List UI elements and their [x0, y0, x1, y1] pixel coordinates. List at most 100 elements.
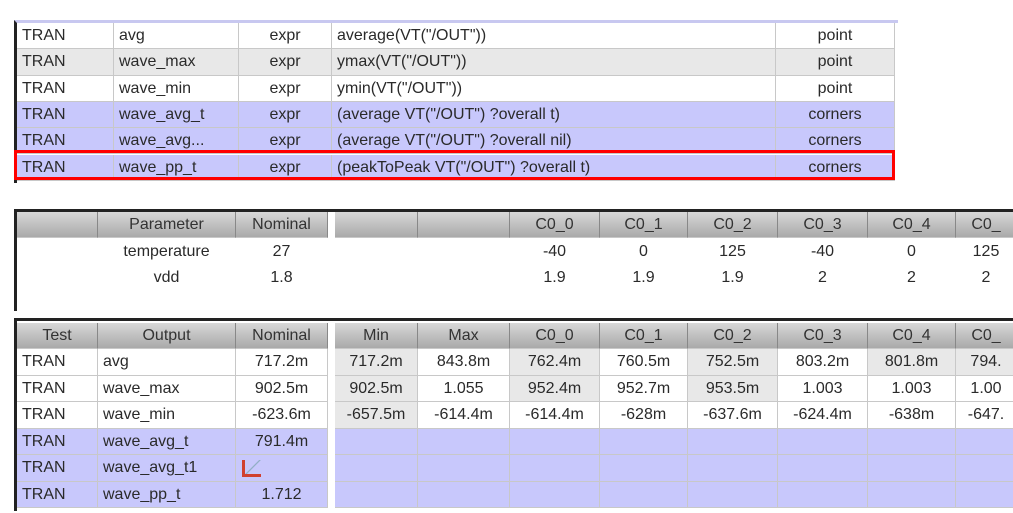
param-cell[interactable]: 1.9: [600, 265, 688, 291]
param-cell[interactable]: [335, 265, 418, 291]
result-value-cell[interactable]: [510, 455, 600, 482]
output-type-cell[interactable]: expr: [239, 101, 332, 129]
result-value-cell[interactable]: -623.6m: [236, 402, 328, 429]
result-header-4[interactable]: Max: [418, 323, 510, 349]
test-cell[interactable]: TRAN: [17, 428, 98, 455]
result-value-cell[interactable]: -614.4m: [510, 402, 600, 429]
result-value-cell[interactable]: [418, 428, 510, 455]
param-cell[interactable]: 0: [868, 239, 956, 265]
param-header-5[interactable]: C0_0: [510, 212, 600, 238]
output-name-cell[interactable]: wave_max: [98, 375, 236, 402]
output-type-cell[interactable]: expr: [239, 154, 332, 181]
result-value-cell[interactable]: 762.4m: [510, 349, 600, 376]
output-eval-cell[interactable]: corners: [776, 101, 895, 129]
output-expression-cell[interactable]: (peakToPeak VT("/OUT") ?overall t): [332, 154, 776, 181]
result-value-cell[interactable]: 1.003: [868, 375, 956, 402]
result-value-cell[interactable]: [688, 428, 778, 455]
result-value-cell[interactable]: [868, 428, 956, 455]
result-value-cell[interactable]: [868, 455, 956, 482]
output-name-cell[interactable]: wave_avg_t1: [98, 455, 236, 482]
test-cell[interactable]: TRAN: [17, 375, 98, 402]
param-cell[interactable]: 2: [956, 265, 1013, 291]
param-header-10[interactable]: C0_: [956, 212, 1013, 238]
result-value-cell[interactable]: 952.7m: [600, 375, 688, 402]
result-value-cell[interactable]: 760.5m: [600, 349, 688, 376]
output-name-cell[interactable]: wave_min: [98, 402, 236, 429]
output-eval-cell[interactable]: point: [776, 23, 895, 50]
result-value-cell[interactable]: [335, 428, 418, 455]
output-type-cell[interactable]: expr: [239, 75, 332, 102]
result-value-cell[interactable]: [778, 428, 868, 455]
output-eval-cell[interactable]: corners: [776, 154, 895, 181]
param-header-0[interactable]: [17, 212, 98, 238]
result-value-cell[interactable]: [600, 455, 688, 482]
output-expression-cell[interactable]: average(VT("/OUT")): [332, 23, 776, 50]
result-value-cell[interactable]: -614.4m: [418, 402, 510, 429]
result-value-cell[interactable]: -628m: [600, 402, 688, 429]
param-header-3[interactable]: [335, 212, 418, 238]
output-eval-cell[interactable]: point: [776, 49, 895, 76]
output-name-cell[interactable]: wave_pp_t: [114, 154, 239, 181]
result-value-cell[interactable]: [956, 428, 1013, 455]
test-cell[interactable]: TRAN: [17, 349, 98, 376]
result-header-2[interactable]: Nominal: [236, 323, 328, 349]
result-value-cell[interactable]: 717.2m: [236, 349, 328, 376]
output-test-cell[interactable]: TRAN: [17, 49, 114, 76]
result-value-cell[interactable]: 1.00: [956, 375, 1013, 402]
result-value-cell[interactable]: 952.4m: [510, 375, 600, 402]
result-value-cell[interactable]: -638m: [868, 402, 956, 429]
output-test-cell[interactable]: TRAN: [17, 101, 114, 129]
result-value-cell[interactable]: 794.: [956, 349, 1013, 376]
result-value-cell[interactable]: 803.2m: [778, 349, 868, 376]
param-header-6[interactable]: C0_1: [600, 212, 688, 238]
result-value-cell[interactable]: [510, 481, 600, 508]
result-value-cell[interactable]: [778, 455, 868, 482]
result-value-cell[interactable]: 801.8m: [868, 349, 956, 376]
param-header-4[interactable]: [418, 212, 510, 238]
output-name-cell[interactable]: wave_max: [114, 49, 239, 76]
param-cell[interactable]: 125: [688, 239, 778, 265]
param-cell[interactable]: 2: [778, 265, 868, 291]
output-name-cell[interactable]: wave_min: [114, 75, 239, 102]
test-cell[interactable]: TRAN: [17, 402, 98, 429]
result-value-cell[interactable]: [335, 455, 418, 482]
test-cell[interactable]: TRAN: [17, 481, 98, 508]
param-cell[interactable]: 1.8: [236, 265, 328, 291]
result-value-cell[interactable]: 1.712: [236, 481, 328, 508]
output-name-cell[interactable]: wave_avg...: [114, 128, 239, 155]
result-value-cell[interactable]: 843.8m: [418, 349, 510, 376]
result-value-cell[interactable]: -637.6m: [688, 402, 778, 429]
output-name-cell[interactable]: avg: [114, 23, 239, 50]
param-cell[interactable]: vdd: [98, 265, 236, 291]
result-header-6[interactable]: C0_1: [600, 323, 688, 349]
result-header-0[interactable]: Test: [17, 323, 98, 349]
result-value-cell[interactable]: [418, 455, 510, 482]
result-value-cell[interactable]: [510, 428, 600, 455]
param-cell[interactable]: [17, 265, 98, 291]
result-value-cell[interactable]: [956, 455, 1013, 482]
result-value-cell[interactable]: 902.5m: [335, 375, 418, 402]
output-test-cell[interactable]: TRAN: [17, 23, 114, 50]
output-expression-cell[interactable]: ymin(VT("/OUT")): [332, 75, 776, 102]
param-cell[interactable]: 27: [236, 239, 328, 265]
output-test-cell[interactable]: TRAN: [17, 75, 114, 102]
result-value-cell[interactable]: 791.4m: [236, 428, 328, 455]
param-cell[interactable]: [17, 239, 98, 265]
output-name-cell[interactable]: wave_avg_t: [114, 101, 239, 129]
result-value-cell[interactable]: 953.5m: [688, 375, 778, 402]
result-value-cell[interactable]: 717.2m: [335, 349, 418, 376]
result-value-cell[interactable]: -657.5m: [335, 402, 418, 429]
output-name-cell[interactable]: avg: [98, 349, 236, 376]
output-test-cell[interactable]: TRAN: [17, 154, 114, 181]
param-cell[interactable]: -40: [510, 239, 600, 265]
result-value-cell[interactable]: 1.055: [418, 375, 510, 402]
param-header-7[interactable]: C0_2: [688, 212, 778, 238]
param-cell[interactable]: 2: [868, 265, 956, 291]
waveform-plot-icon[interactable]: [242, 460, 261, 477]
param-cell[interactable]: [418, 239, 510, 265]
param-cell[interactable]: 1.9: [510, 265, 600, 291]
result-header-3[interactable]: Min: [335, 323, 418, 349]
param-cell[interactable]: 0: [600, 239, 688, 265]
output-type-cell[interactable]: expr: [239, 23, 332, 50]
result-value-cell[interactable]: [236, 455, 328, 482]
